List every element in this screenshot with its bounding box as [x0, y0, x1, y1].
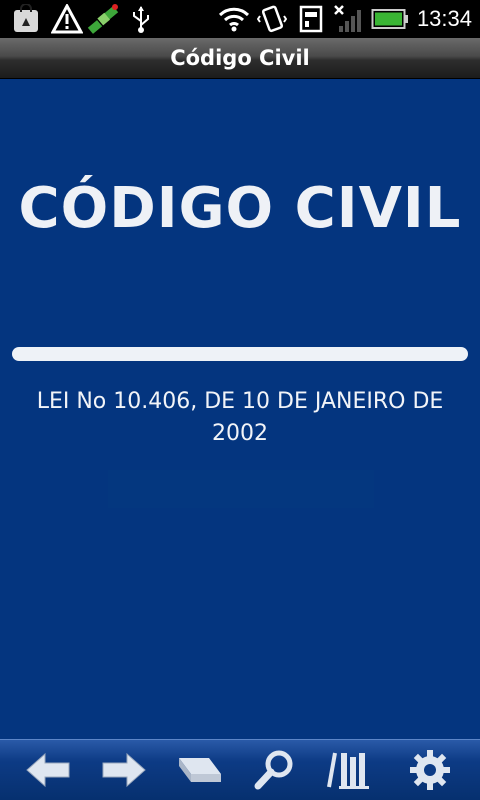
search-icon [254, 750, 293, 790]
back-button[interactable] [16, 740, 80, 800]
status-time: 13:34 [416, 6, 472, 31]
usb-icon [126, 3, 156, 35]
status-bar: 13:34 [0, 0, 480, 38]
search-button[interactable] [242, 740, 306, 800]
title-bar: Código Civil [0, 38, 480, 79]
divider-bar [12, 347, 468, 361]
page-title: Código Civil [170, 46, 310, 70]
forward-button[interactable] [92, 740, 156, 800]
market-bag-icon [10, 3, 42, 35]
book-icon [179, 758, 221, 782]
warning-icon [50, 3, 84, 35]
main-heading: CÓDIGO CIVIL [18, 176, 462, 241]
arrow-right-icon [102, 752, 146, 788]
book-button[interactable] [168, 740, 232, 800]
bottom-toolbar [0, 739, 480, 800]
ad-placeholder [108, 470, 374, 508]
law-text: LEI No 10.406, DE 10 DE JANEIRO DE 2002 [36, 389, 444, 446]
arrow-left-icon [26, 752, 70, 788]
wifi-icon [216, 3, 252, 35]
sd-card-icon [296, 3, 326, 35]
gear-icon [410, 750, 450, 790]
signal-icon [332, 3, 366, 35]
battery-icon [370, 3, 410, 35]
settings-button[interactable] [398, 740, 462, 800]
library-button[interactable] [318, 740, 382, 800]
library-icon [327, 752, 369, 789]
vibrate-icon [256, 3, 288, 35]
gps-satellite-icon [84, 3, 124, 35]
